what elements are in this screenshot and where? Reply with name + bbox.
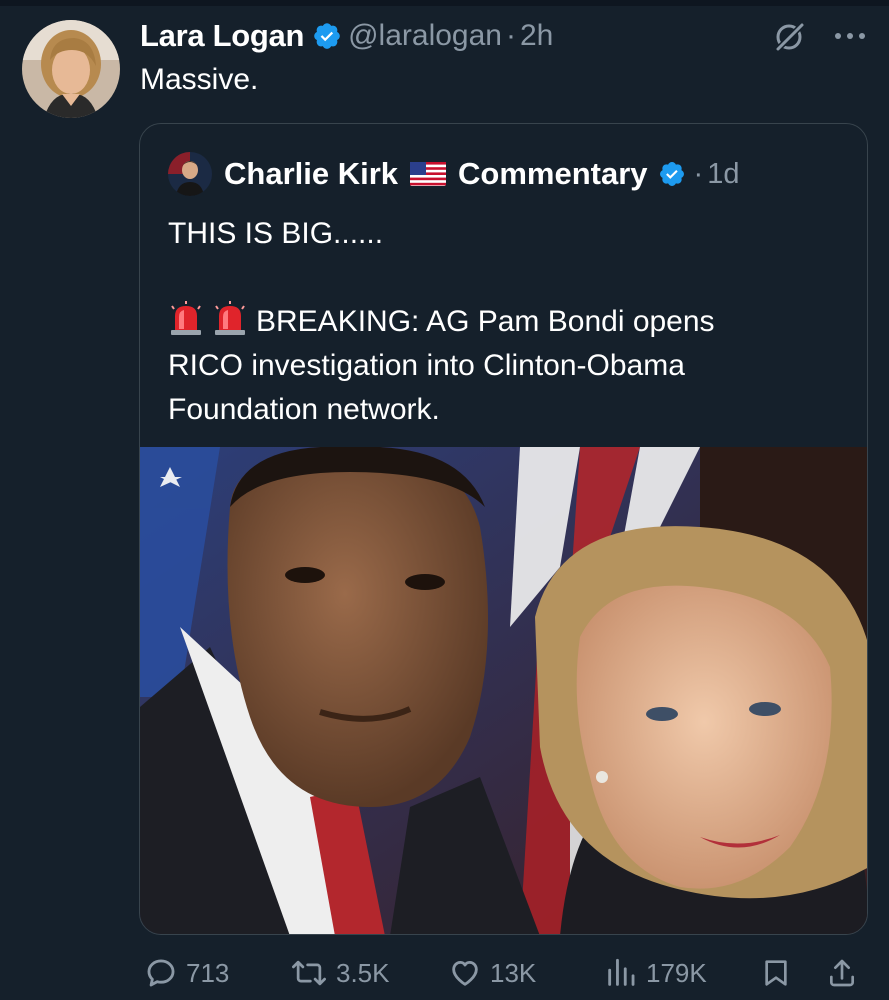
- quoted-text-line: BREAKING: AG Pam Bondi opens: [168, 300, 848, 344]
- views-icon: [608, 958, 635, 986]
- quoted-author-name: Charlie Kirk: [224, 156, 399, 191]
- us-flag-icon: [410, 162, 447, 186]
- repost-icon: [292, 960, 326, 986]
- view-count: 179K: [646, 957, 707, 988]
- separator-dot: ·: [693, 157, 704, 190]
- quoted-text-line: Foundation network.: [168, 393, 440, 426]
- like-button[interactable]: 13K: [448, 948, 536, 998]
- bookmark-icon: [765, 960, 787, 986]
- tweet-header: Lara Logan @laralogan · 2h: [140, 14, 553, 58]
- verified-badge-icon: [658, 160, 686, 188]
- author-name[interactable]: Lara Logan: [140, 18, 304, 54]
- separator-dot: ·: [505, 19, 516, 52]
- action-bar: 713 3.5K 13K 179K: [0, 948, 889, 998]
- tweet-view: Lara Logan @laralogan · 2h Massive. Char…: [0, 0, 889, 1000]
- repost-button[interactable]: 3.5K: [290, 948, 390, 998]
- bookmark-button[interactable]: [760, 948, 800, 998]
- quoted-tweet[interactable]: Charlie Kirk Commentary · 1d THIS IS BIG…: [139, 123, 868, 935]
- police-light-icon: [212, 301, 248, 337]
- quoted-tweet-header: Charlie Kirk Commentary · 1d: [168, 152, 739, 196]
- heart-icon: [452, 960, 478, 986]
- grok-icon[interactable]: [772, 20, 806, 54]
- author-handle[interactable]: @laralogan: [348, 19, 502, 53]
- share-button[interactable]: [826, 948, 866, 998]
- share-icon: [830, 959, 854, 987]
- author-avatar[interactable]: [22, 20, 120, 118]
- quoted-tweet-text: THIS IS BIG...... BREAKING: AG Pam Bondi…: [168, 212, 848, 432]
- verified-badge-icon: [312, 21, 342, 51]
- quoted-text-breaking: BREAKING: AG Pam Bondi opens: [256, 305, 715, 338]
- quoted-tweet-image[interactable]: [140, 446, 867, 934]
- quoted-text-line: [168, 256, 848, 300]
- police-light-icon: [168, 301, 204, 337]
- reply-button[interactable]: 713: [144, 948, 229, 998]
- tweet-text: Massive.: [140, 63, 259, 96]
- reply-count: 713: [186, 957, 230, 988]
- tweet-timestamp[interactable]: 2h: [520, 19, 553, 53]
- reply-icon: [147, 959, 175, 987]
- quoted-text-line: THIS IS BIG......: [168, 217, 384, 250]
- like-count: 13K: [490, 957, 537, 988]
- quoted-author-name-suffix: Commentary: [458, 156, 648, 191]
- more-icon[interactable]: [832, 24, 868, 48]
- quoted-author-avatar: [168, 152, 212, 196]
- repost-count: 3.5K: [336, 957, 390, 988]
- views-button[interactable]: 179K: [604, 948, 707, 998]
- quoted-timestamp: 1d: [707, 157, 740, 190]
- quoted-text-line: RICO investigation into Clinton-Obama: [168, 349, 685, 382]
- status-bar-strip: [0, 0, 889, 6]
